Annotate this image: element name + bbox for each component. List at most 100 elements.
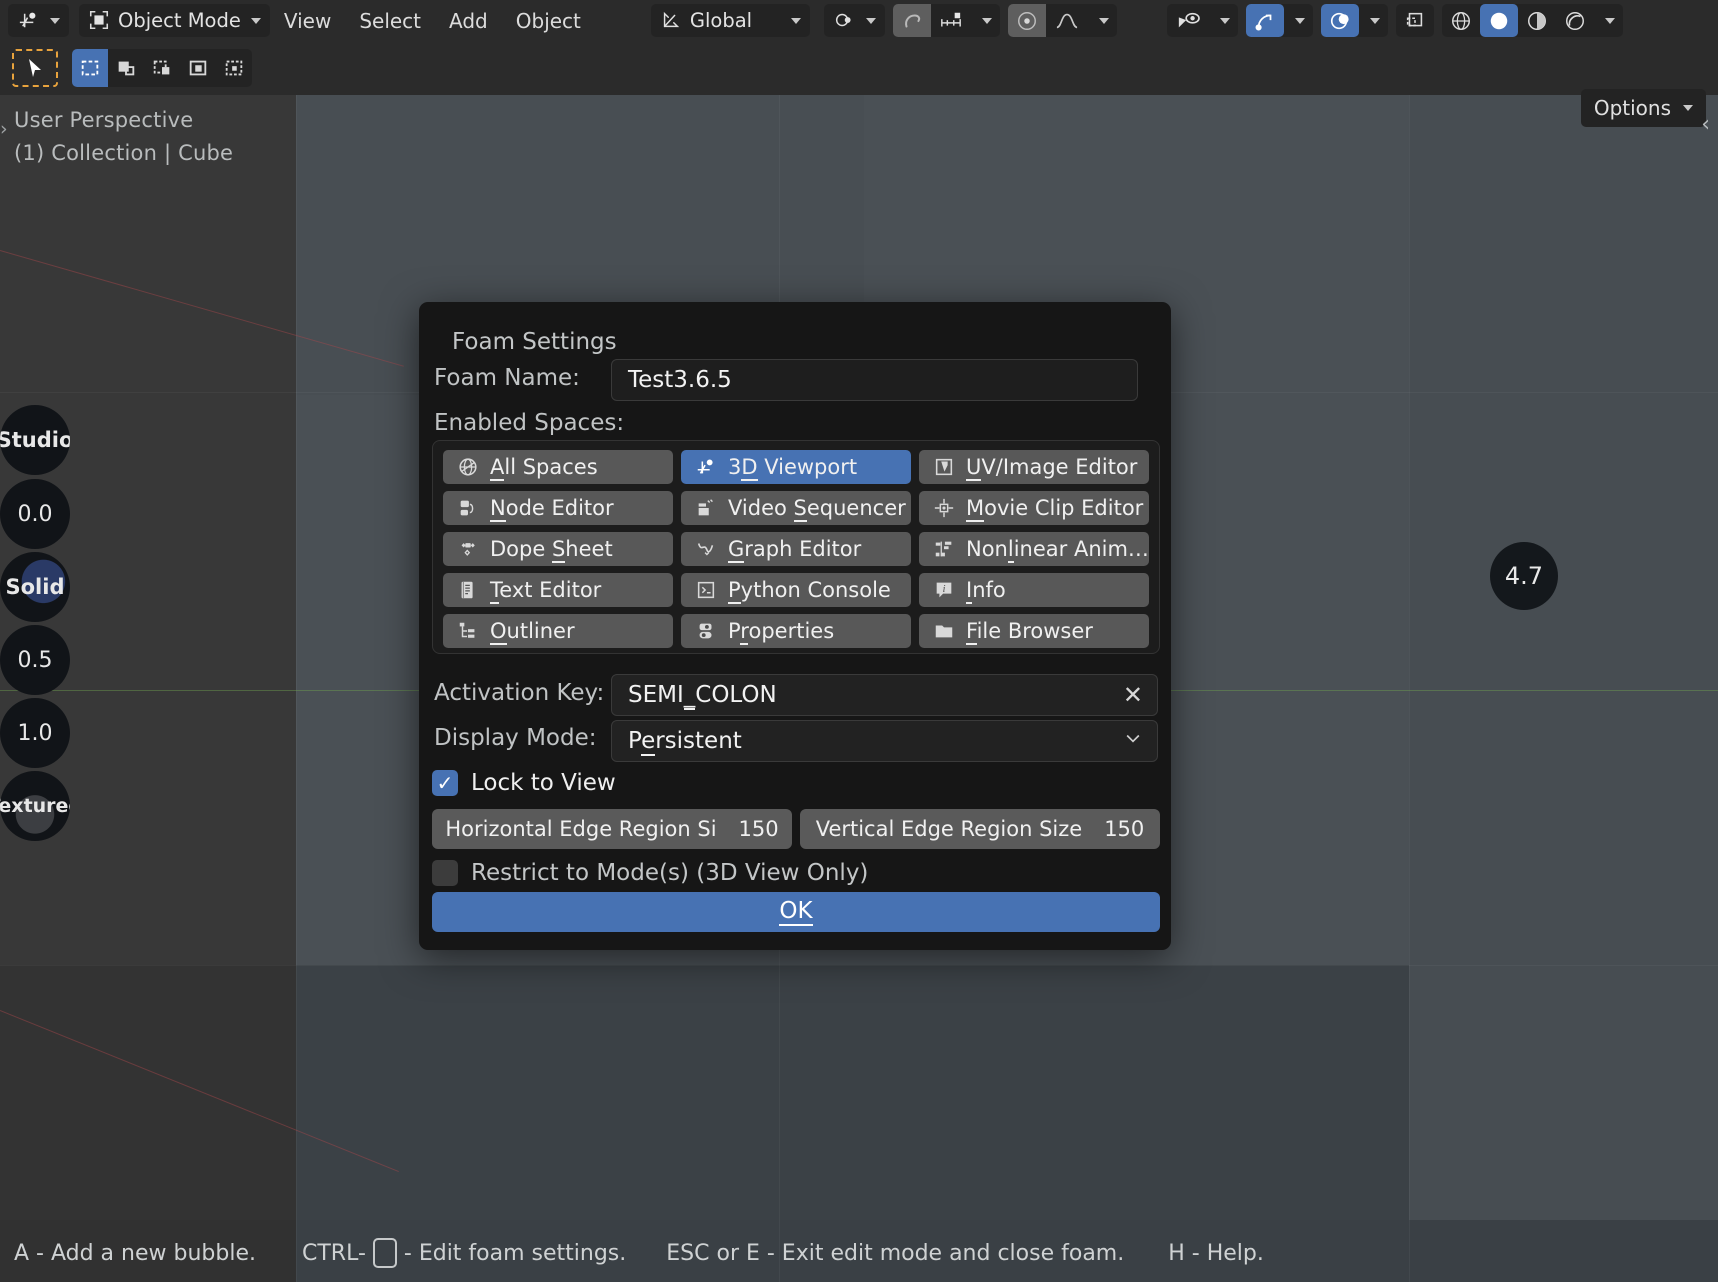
- space-button-label: Video Sequencer: [728, 496, 906, 522]
- space-button-nonlinear-anim[interactable]: Nonlinear Anim…: [919, 532, 1149, 566]
- dialog-title: Foam Settings: [452, 329, 617, 355]
- space-button-python-console[interactable]: Python Console: [681, 573, 911, 607]
- status-help: H - Help.: [1168, 1240, 1264, 1266]
- solid-shading-icon[interactable]: [1480, 4, 1519, 37]
- info-icon: i: [931, 578, 956, 603]
- show-gizmo-icon[interactable]: [1167, 4, 1209, 37]
- lock-to-view-checkbox[interactable]: ✓: [432, 770, 458, 796]
- nla-icon: [931, 537, 956, 562]
- space-button-label: All Spaces: [490, 455, 598, 481]
- menu-select[interactable]: Select: [345, 9, 435, 33]
- proportional-group: [1008, 4, 1118, 37]
- display-mode-select[interactable]: Persistent: [611, 720, 1158, 762]
- space-button-graph-editor[interactable]: Graph Editor: [681, 532, 911, 566]
- chevron-down-icon-gizmo[interactable]: [1284, 4, 1313, 37]
- close-icon[interactable]: ✕: [1123, 681, 1143, 709]
- activation-key-label: Activation Key:: [434, 680, 605, 706]
- proportional-edit-toggle[interactable]: [893, 4, 932, 37]
- chevron-down-icon-overlays[interactable]: [1359, 4, 1388, 37]
- menu-add[interactable]: Add: [435, 9, 502, 33]
- editor-type-button[interactable]: [8, 4, 69, 37]
- gizmo-pill-0[interactable]: 0.0: [0, 479, 70, 549]
- options-dropdown[interactable]: Options: [1580, 89, 1706, 127]
- space-button-3d-viewport[interactable]: 3D Viewport: [681, 450, 911, 484]
- gizmo-pill-textured[interactable]: Textured: [0, 771, 70, 841]
- xray-group: [1396, 4, 1435, 37]
- gizmo-pill-05[interactable]: 0.5: [0, 625, 70, 695]
- viewport-right-region: [1409, 95, 1718, 1282]
- space-button-outliner[interactable]: Outliner: [443, 614, 673, 648]
- dopesheet-icon: [455, 537, 480, 562]
- viewport-zoom-value: 4.7: [1504, 562, 1544, 590]
- chevron-down-icon: [250, 17, 261, 24]
- space-button-label: Outliner: [490, 619, 575, 645]
- sidebar-collapse-arrow-icon[interactable]: ‹: [1701, 112, 1710, 137]
- foam-name-input[interactable]: Test3.6.5: [611, 359, 1138, 401]
- chevron-down-icon-visibility[interactable]: [1209, 4, 1238, 37]
- space-button-video-sequencer[interactable]: Video Sequencer: [681, 491, 911, 525]
- restrict-to-modes-checkbox[interactable]: [432, 860, 458, 886]
- ok-button[interactable]: OK: [432, 892, 1160, 932]
- select-difference-button[interactable]: [180, 49, 216, 87]
- graph-icon: [693, 537, 718, 562]
- viewport-lower-left-region: [0, 965, 296, 1220]
- space-button-text-editor[interactable]: Text Editor: [443, 573, 673, 607]
- vertical-edge-region-label: Vertical Edge Region Size: [815, 817, 1083, 841]
- space-button-properties[interactable]: Properties: [681, 614, 911, 648]
- select-subtract-button[interactable]: [144, 49, 180, 87]
- material-shading-icon[interactable]: [1518, 4, 1556, 37]
- wireframe-shading-icon[interactable]: [1442, 4, 1480, 37]
- gizmo-pill-label: Solid: [5, 575, 65, 599]
- sidebar-expand-arrow-icon[interactable]: ›: [0, 118, 8, 140]
- xray-toggle[interactable]: [1396, 4, 1434, 37]
- object-mode-dropdown[interactable]: Object Mode: [79, 4, 270, 37]
- vertical-edge-region-size-field[interactable]: Vertical Edge Region Size 150: [800, 809, 1160, 849]
- rendered-shading-icon[interactable]: [1556, 4, 1594, 37]
- space-button-file-browser[interactable]: File Browser: [919, 614, 1149, 648]
- select-tool-button[interactable]: [12, 49, 58, 87]
- space-button-label: UV/Image Editor: [966, 455, 1138, 481]
- globe-icon: [455, 455, 480, 480]
- pivot-point-dropdown[interactable]: [824, 4, 886, 37]
- grid-line-vertical: [296, 95, 297, 1282]
- select-intersect-button[interactable]: [216, 49, 252, 87]
- space-button-uv-image-editor[interactable]: UV/Image Editor: [919, 450, 1149, 484]
- options-label: Options: [1593, 96, 1671, 120]
- space-button-label: Info: [966, 578, 1006, 604]
- select-box-button[interactable]: [72, 49, 108, 87]
- viewport-zoom-indicator[interactable]: 4.7: [1490, 542, 1558, 610]
- gizmo-toggle[interactable]: [1246, 4, 1285, 37]
- outliner-icon: [455, 619, 480, 644]
- overlays-toggle[interactable]: [1321, 4, 1360, 37]
- snap-toggle[interactable]: [931, 4, 971, 37]
- space-button-all-spaces[interactable]: All Spaces: [443, 450, 673, 484]
- properties-icon: [693, 619, 718, 644]
- gizmo-pill-studio[interactable]: Studio: [0, 405, 70, 475]
- space-button-dope-sheet[interactable]: Dope Sheet: [443, 532, 673, 566]
- horizontal-edge-region-size-field[interactable]: Horizontal Edge Region Si 150: [432, 809, 792, 849]
- transform-orientation-dropdown[interactable]: Global: [650, 4, 811, 37]
- select-extend-button[interactable]: [108, 49, 144, 87]
- status-edit-foam-suffix: - Edit foam settings.: [403, 1240, 627, 1266]
- lock-to-view-checkbox-row[interactable]: ✓ Lock to View: [432, 770, 616, 796]
- activation-key-input[interactable]: SEMI_COLON ✕: [611, 674, 1158, 716]
- gizmo-pill-solid[interactable]: Solid: [0, 552, 70, 622]
- falloff-curve-icon[interactable]: [1046, 4, 1088, 37]
- menu-view[interactable]: View: [270, 9, 345, 33]
- space-button-node-editor[interactable]: Node Editor: [443, 491, 673, 525]
- space-button-info[interactable]: i Info: [919, 573, 1149, 607]
- chevron-down-icon-shading[interactable]: [1594, 4, 1623, 37]
- chevron-down-icon-falloff[interactable]: [1088, 4, 1117, 37]
- proportional-editing-toggle[interactable]: [1008, 4, 1047, 37]
- snap-group: [893, 4, 1001, 37]
- space-button-label: File Browser: [966, 619, 1093, 645]
- menu-object[interactable]: Object: [502, 9, 595, 33]
- restrict-to-modes-checkbox-row[interactable]: Restrict to Mode(s) (3D View Only): [432, 860, 868, 886]
- gizmo-pill-10[interactable]: 1.0: [0, 698, 70, 768]
- space-button-movie-clip-editor[interactable]: Movie Clip Editor: [919, 491, 1149, 525]
- space-button-label: Graph Editor: [728, 537, 862, 563]
- movieclip-icon: [931, 496, 956, 521]
- viewport-perspective-label: User Perspective: [14, 108, 194, 132]
- chevron-down-icon-snap[interactable]: [971, 4, 1000, 37]
- pivot-icon: [833, 9, 856, 32]
